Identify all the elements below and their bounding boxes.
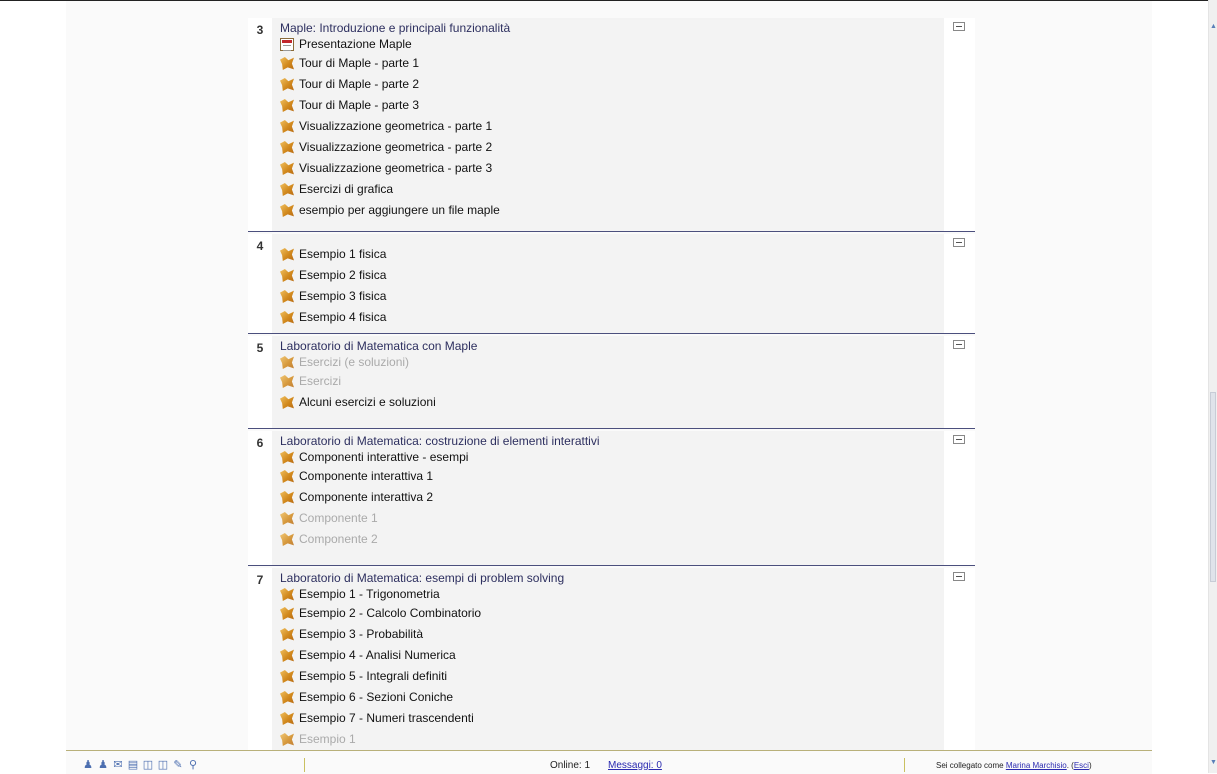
scroll-down-arrow-icon[interactable]: ▼ [1210,758,1217,767]
activity-link-hidden[interactable]: Componente 1 [280,508,944,529]
activity-link-hidden[interactable]: Esempio 1 [280,729,944,750]
collapse-section-button[interactable] [953,22,965,31]
tag-icon[interactable]: ✎ [172,759,184,771]
section-number: 3 [256,23,264,37]
activity-link[interactable]: Visualizzazione geometrica - parte 1 [280,116,944,137]
activity-link[interactable]: Esempio 3 - Probabilità [280,624,944,645]
calendar-icon[interactable]: ▤ [127,759,139,771]
section-title: Laboratorio di Matematica: esempi di pro… [280,571,565,585]
collapse-section-button[interactable] [953,238,965,247]
activity-link[interactable]: Esercizi di grafica [280,179,944,200]
maple-icon [280,183,294,196]
activity-link[interactable]: Esempio 6 - Sezioni Coniche [280,687,944,708]
maple-icon [280,491,294,504]
activity-link[interactable]: Tour di Maple - parte 3 [280,95,944,116]
activity-link[interactable]: esempio per aggiungere un file maple [280,200,944,221]
course-section-4: 4 Esempio 1 fisica Esempio 2 fisica Esem… [248,234,975,334]
footer-bar: ♟ ♟ ✉ ▤ ◫ ◫ ✎ ⚲ Online: 1 Messaggi: 0 Se… [66,750,1152,774]
section-number: 4 [256,239,264,253]
course-sections: 3 Maple: Introduzione e principali funzi… [248,18,975,768]
activity-link[interactable]: Esempio 1 fisica [280,244,944,265]
maple-icon [280,512,294,525]
maple-icon [280,588,294,601]
activity-link-hidden[interactable]: Esercizi [280,371,944,392]
maple-icon [280,712,294,725]
maple-icon [280,311,294,324]
maple-icon [280,607,294,620]
maple-icon [280,99,294,112]
activity-link[interactable]: Visualizzazione geometrica - parte 3 [280,158,944,179]
activity-link[interactable]: Tour di Maple - parte 1 [280,53,944,74]
course-section-5: 5 Laboratorio di Matematica con Maple Es… [248,336,975,429]
login-info: Sei collegato come Marina Marchisio. (Es… [936,761,1092,770]
vertical-scrollbar[interactable]: ▲ ▼ [1208,0,1217,773]
course-section-6: 6 Laboratorio di Matematica: costruzione… [248,431,975,566]
section-title: Laboratorio di Matematica con Maple [280,339,478,353]
maple-icon [280,356,294,369]
scroll-up-arrow-icon[interactable]: ▲ [1210,22,1217,31]
activity-link[interactable]: Esempio 4 - Analisi Numerica [280,645,944,666]
section-title: Maple: Introduzione e principali funzion… [280,21,511,35]
mail-icon[interactable]: ✉ [112,759,124,771]
maple-icon [280,670,294,683]
maple-icon [280,120,294,133]
user-icon[interactable]: ♟ [82,759,94,771]
section-number: 5 [256,341,264,355]
activity-link[interactable]: Esempio 2 - Calcolo Combinatorio [280,603,944,624]
messages-link[interactable]: Messaggi: 0 [608,760,662,771]
activity-link[interactable]: Componenti interattive - esempi [280,449,944,466]
user-profile-link[interactable]: Marina Marchisio [1006,761,1067,770]
activity-link[interactable]: Esempio 5 - Integrali definiti [280,666,944,687]
maple-icon [280,57,294,70]
online-count: Online: 1 [550,760,591,771]
activity-link[interactable]: Visualizzazione geometrica - parte 2 [280,137,944,158]
maple-icon [280,162,294,175]
maple-icon [280,269,294,282]
maple-icon [280,691,294,704]
chat-icon[interactable]: ◫ [142,759,154,771]
activity-link[interactable]: Esempio 2 fisica [280,265,944,286]
activity-link[interactable]: Componente interattiva 2 [280,487,944,508]
maple-icon [280,451,294,464]
maple-icon [280,470,294,483]
activity-link-hidden[interactable]: Esercizi (e soluzioni) [280,354,944,371]
activity-link[interactable]: Esempio 1 - Trigonometria [280,586,944,603]
activity-link[interactable]: Esempio 3 fisica [280,286,944,307]
maple-icon [280,733,294,746]
maple-icon [280,78,294,91]
section-title: Laboratorio di Matematica: costruzione d… [280,434,600,448]
section-number: 7 [256,573,264,587]
activity-link[interactable]: Esempio 7 - Numeri trascendenti [280,708,944,729]
collapse-section-button[interactable] [953,572,965,581]
section-number: 6 [256,436,264,450]
course-section-3: 3 Maple: Introduzione e principali funzi… [248,18,975,232]
collapse-section-button[interactable] [953,340,965,349]
search-icon[interactable]: ⚲ [187,759,199,771]
activity-link[interactable]: Esempio 4 fisica [280,307,944,328]
scrollbar-thumb[interactable] [1210,392,1216,582]
maple-icon [280,396,294,409]
footer-divider [904,758,905,772]
course-section-7: 7 Laboratorio di Matematica: esempi di p… [248,568,975,768]
footer-divider [304,758,305,772]
footer-toolbar: ♟ ♟ ✉ ▤ ◫ ◫ ✎ ⚲ [82,759,199,771]
maple-icon [280,628,294,641]
logout-link[interactable]: Esci [1074,761,1089,770]
maple-icon [280,248,294,261]
activity-link-hidden[interactable]: Componente 2 [280,529,944,550]
maple-icon [280,533,294,546]
activity-link[interactable]: Alcuni esercizi e soluzioni [280,392,944,413]
comments-icon[interactable]: ◫ [157,759,169,771]
activity-link[interactable]: Componente interattiva 1 [280,466,944,487]
maple-icon [280,290,294,303]
document-icon [280,38,294,51]
maple-icon [280,204,294,217]
activity-link[interactable]: Presentazione Maple [280,36,944,53]
users-icon[interactable]: ♟ [97,759,109,771]
activity-link[interactable]: Tour di Maple - parte 2 [280,74,944,95]
maple-icon [280,141,294,154]
collapse-section-button[interactable] [953,435,965,444]
maple-icon [280,649,294,662]
maple-icon [280,375,294,388]
